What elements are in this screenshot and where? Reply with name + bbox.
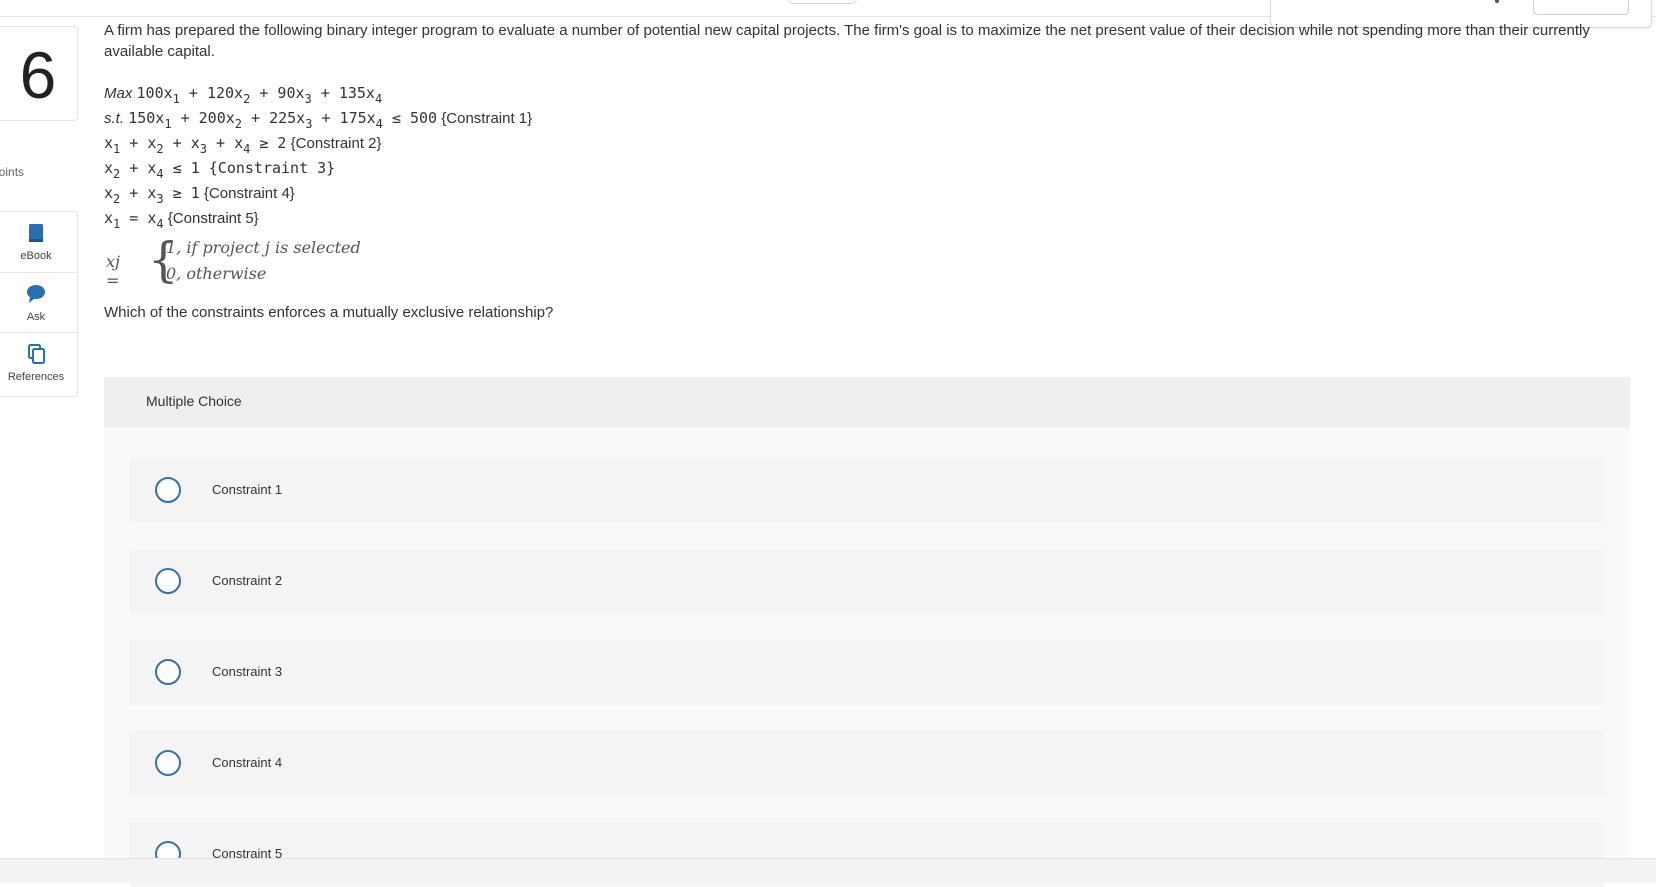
constraint-1-label: {Constraint 1} (441, 110, 533, 127)
st-label: s.t. (104, 110, 125, 127)
bottom-bar (0, 858, 1656, 883)
choice-label: Constraint 4 (212, 755, 283, 770)
choice-label: Constraint 1 (212, 482, 283, 497)
binary-case-2: 0, otherwise (166, 264, 267, 283)
chat-bubble-icon (27, 285, 45, 303)
side-toolbar: eBook Ask References (0, 211, 78, 397)
question-number: 6 (19, 38, 57, 112)
question-text: Which of the constraints enforces a mutu… (104, 304, 554, 321)
multiple-choice-panel: Multiple Choice Constraint 1 Constraint … (104, 377, 1630, 887)
choice-option[interactable]: Constraint 3 (130, 640, 1604, 705)
binary-lhs: xj = (106, 252, 120, 290)
radio-button[interactable] (155, 568, 181, 594)
multiple-choice-header: Multiple Choice (104, 377, 1630, 427)
ask-label: Ask (26, 311, 46, 323)
constraint-2-label: {Constraint 2} (290, 135, 382, 152)
choice-option[interactable]: Constraint 2 (130, 549, 1604, 614)
top-pill-button[interactable] (786, 0, 858, 4)
question-prompt: A firm has prepared the following binary… (104, 22, 1590, 60)
ebook-button[interactable]: eBook (0, 212, 77, 272)
book-icon (29, 224, 43, 242)
objective-line: Max 100x1 + 120x2 + 90x3 + 135x4 (104, 84, 382, 106)
radio-button[interactable] (155, 477, 181, 503)
binary-case-1: 1, if project j is selected (166, 238, 361, 257)
constraint-2-line: x1 + x2 + x3 + x4 ≥ 2 {Constraint 2} (104, 134, 382, 156)
objective-expr: 100x1 + 120x2 + 90x3 + 135x4 (136, 84, 383, 106)
constraint-3-expr: x2 + x4 ≤ 1 {Constraint 3} (104, 159, 336, 181)
ask-button[interactable]: Ask (0, 272, 77, 333)
choice-option[interactable]: Constraint 1 (130, 458, 1604, 523)
constraint-3-line: x2 + x4 ≤ 1 {Constraint 3} (104, 159, 335, 181)
radio-button[interactable] (155, 750, 181, 776)
choice-option[interactable]: Constraint 4 (130, 731, 1604, 796)
multiple-choice-title: Multiple Choice (146, 393, 242, 409)
constraint-1-line: s.t. 150x1 + 200x2 + 225x3 + 175x4 ≤ 500… (104, 109, 532, 131)
constraint-4-line: x2 + x3 ≥ 1 {Constraint 4} (104, 184, 295, 206)
max-label: Max (104, 85, 133, 102)
copy-documents-icon (28, 344, 45, 364)
points-label: points (0, 165, 25, 179)
radio-button[interactable] (155, 659, 181, 685)
constraint-5-expr: x1 = x4 (104, 209, 164, 231)
constraint-1-expr: 150x1 + 200x2 + 225x3 + 175x4 ≤ 500 (128, 109, 438, 131)
constraint-5-label: {Constraint 5} (167, 210, 259, 227)
references-button[interactable]: References (0, 332, 77, 393)
constraint-4-expr: x2 + x3 ≥ 1 (104, 184, 200, 206)
dot-icon (1495, 0, 1499, 3)
ebook-label: eBook (20, 250, 52, 262)
constraint-4-label: {Constraint 4} (203, 185, 295, 202)
constraint-5-line: x1 = x4 {Constraint 5} (104, 209, 259, 231)
top-right-button[interactable] (1533, 0, 1629, 15)
references-label: References (7, 371, 65, 383)
choice-label: Constraint 2 (212, 573, 283, 588)
choice-label: Constraint 3 (212, 664, 283, 679)
constraint-2-expr: x1 + x2 + x3 + x4 ≥ 2 (104, 134, 287, 156)
